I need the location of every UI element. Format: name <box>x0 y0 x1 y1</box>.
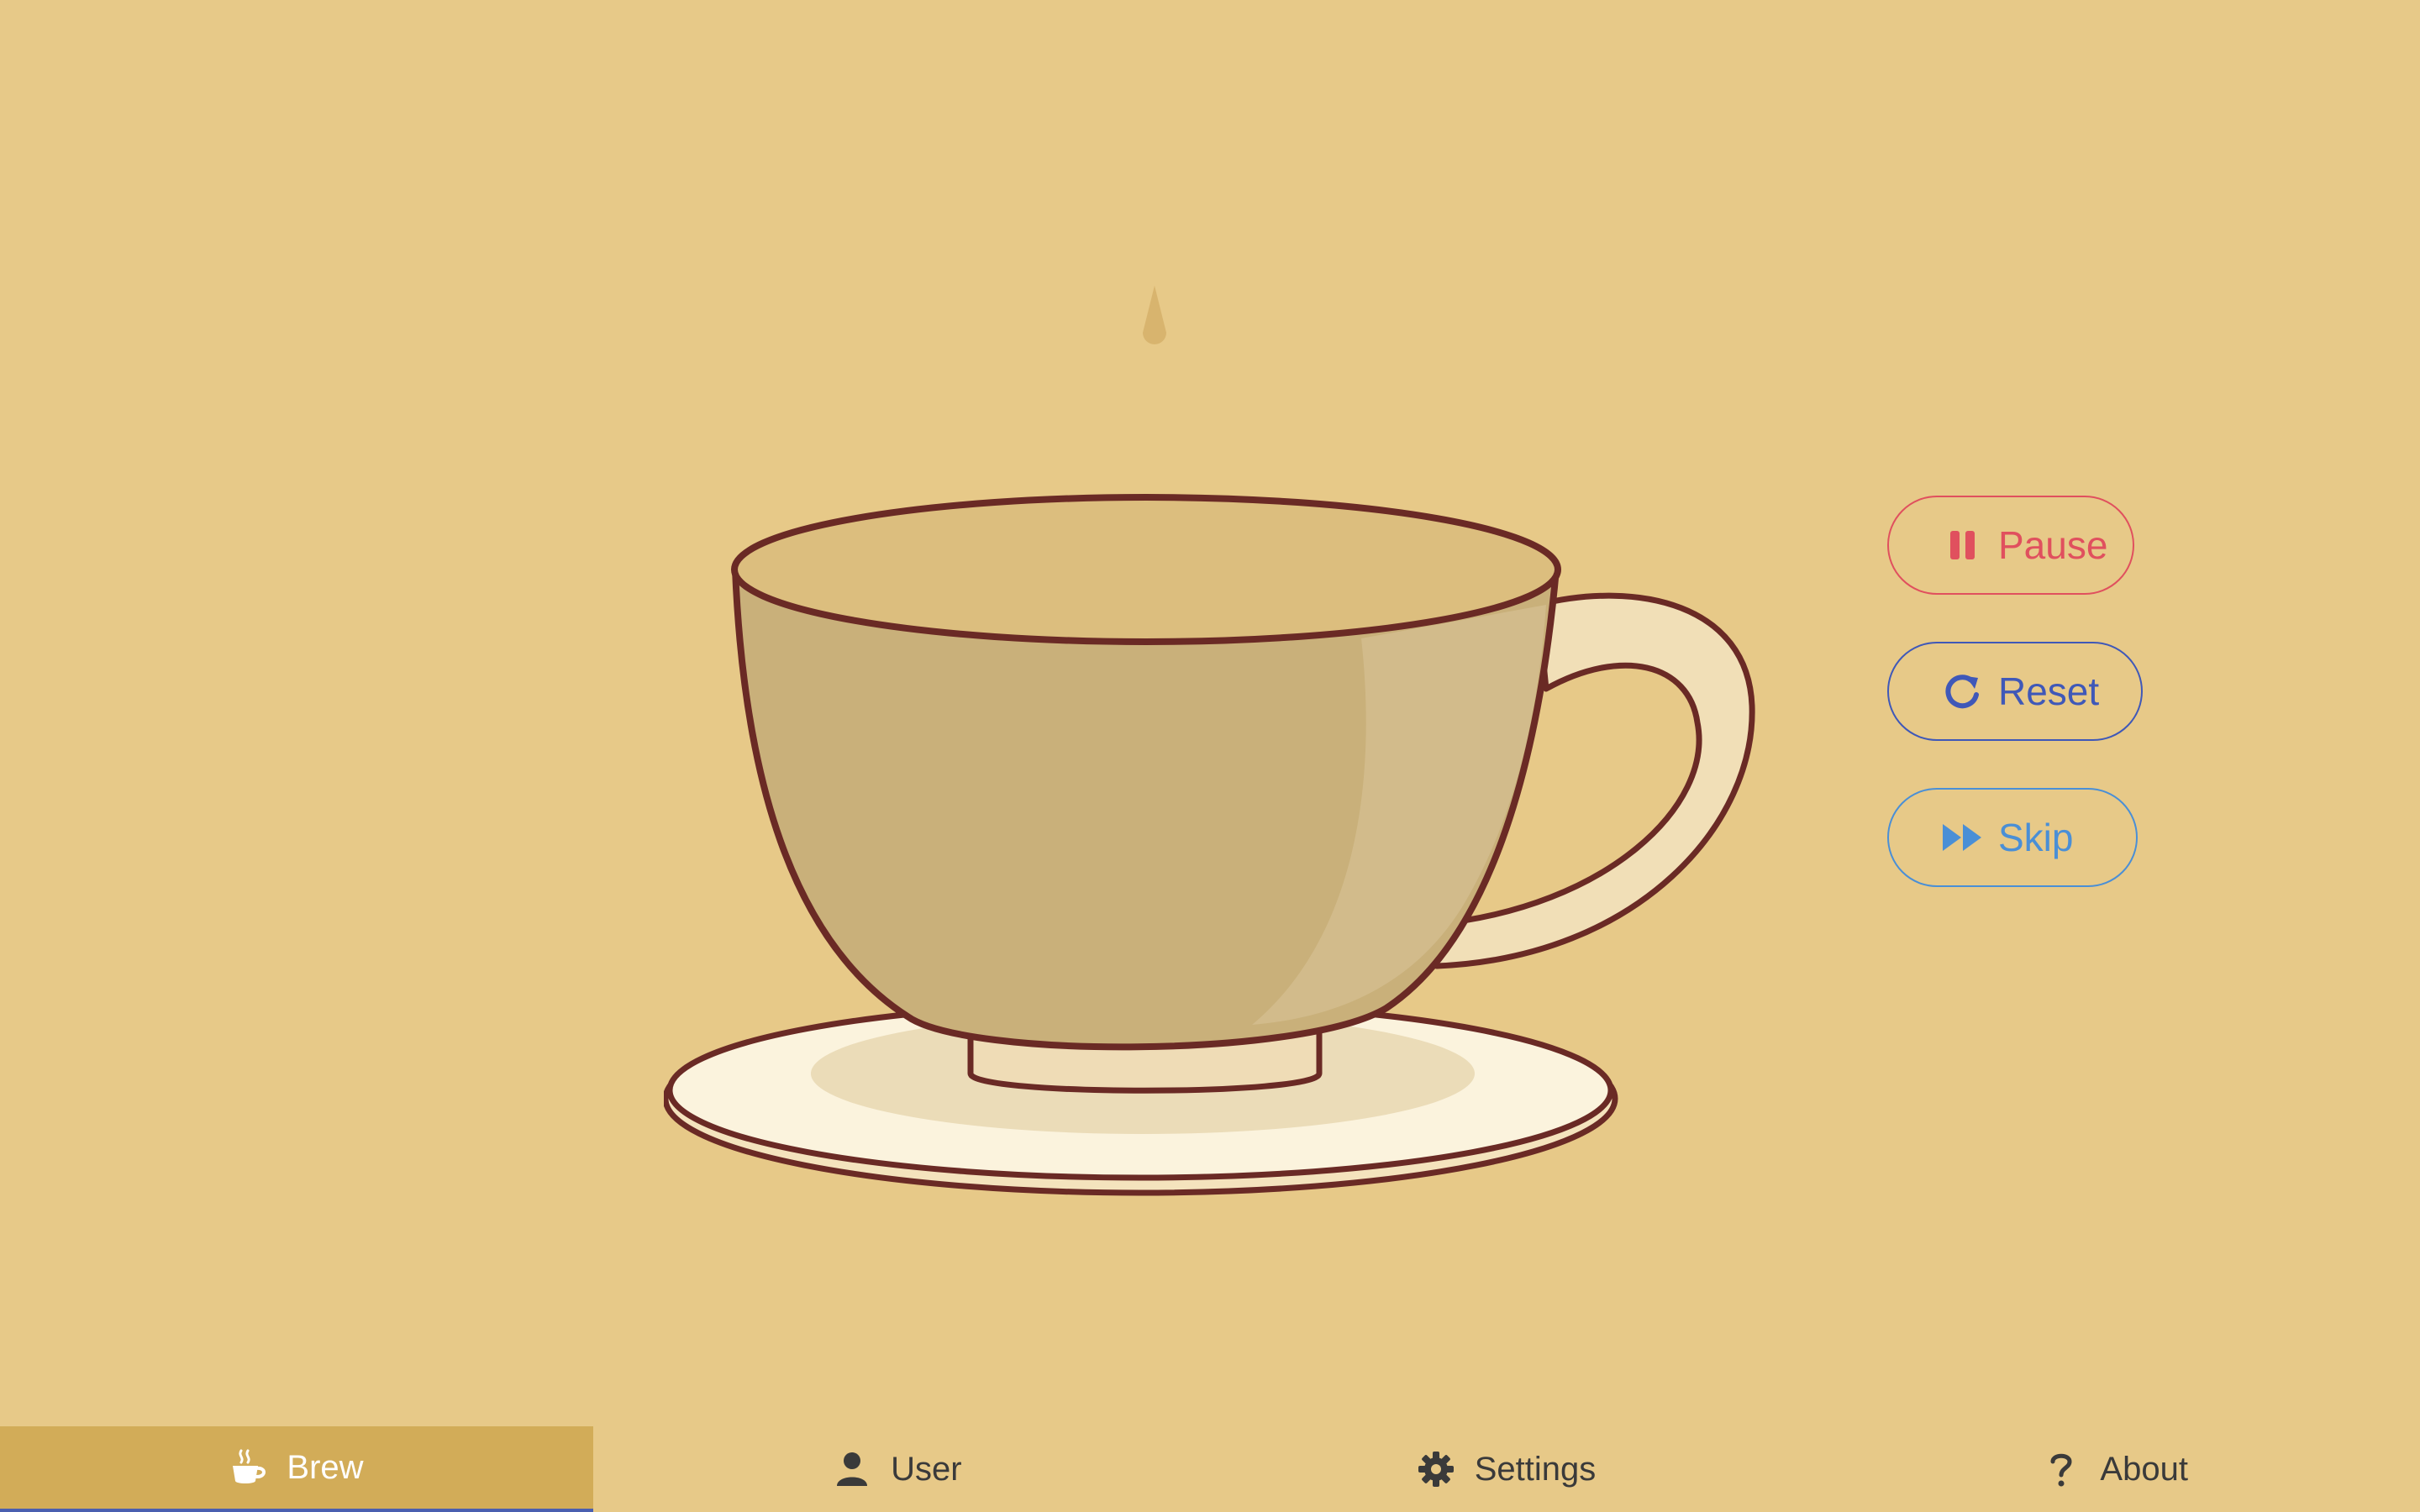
tab-settings[interactable]: Settings <box>1202 1426 1812 1512</box>
pause-icon <box>1939 522 1986 569</box>
brew-controls: Pause Reset Skip <box>1887 496 2156 934</box>
tab-user[interactable]: User <box>593 1426 1202 1512</box>
coffee-drop-icon <box>1143 286 1166 344</box>
reset-button[interactable]: Reset <box>1887 642 2143 741</box>
bottom-tab-bar: Brew User Settings About <box>0 1426 2420 1512</box>
tab-brew[interactable]: Brew <box>0 1426 593 1512</box>
coffee-cup-icon <box>229 1449 266 1486</box>
tab-settings-label: Settings <box>1474 1450 1597 1488</box>
pause-label: Pause <box>1998 523 2108 567</box>
tab-user-label: User <box>891 1450 962 1488</box>
tab-brew-label: Brew <box>287 1448 364 1486</box>
tab-about[interactable]: About <box>1811 1426 2420 1512</box>
coffee-cup-illustration <box>664 494 1755 1196</box>
gear-icon <box>1418 1451 1455 1488</box>
skip-button[interactable]: Skip <box>1887 788 2138 887</box>
user-icon <box>834 1451 871 1488</box>
tab-about-label: About <box>2100 1450 2188 1488</box>
question-icon <box>2043 1451 2080 1488</box>
pause-button[interactable]: Pause <box>1887 496 2134 595</box>
fast-forward-icon <box>1939 814 1986 861</box>
skip-label: Skip <box>1998 816 2074 859</box>
reset-label: Reset <box>1998 669 2100 713</box>
brew-stage: Pause Reset Skip <box>0 0 2420 1428</box>
reset-icon <box>1939 668 1986 715</box>
